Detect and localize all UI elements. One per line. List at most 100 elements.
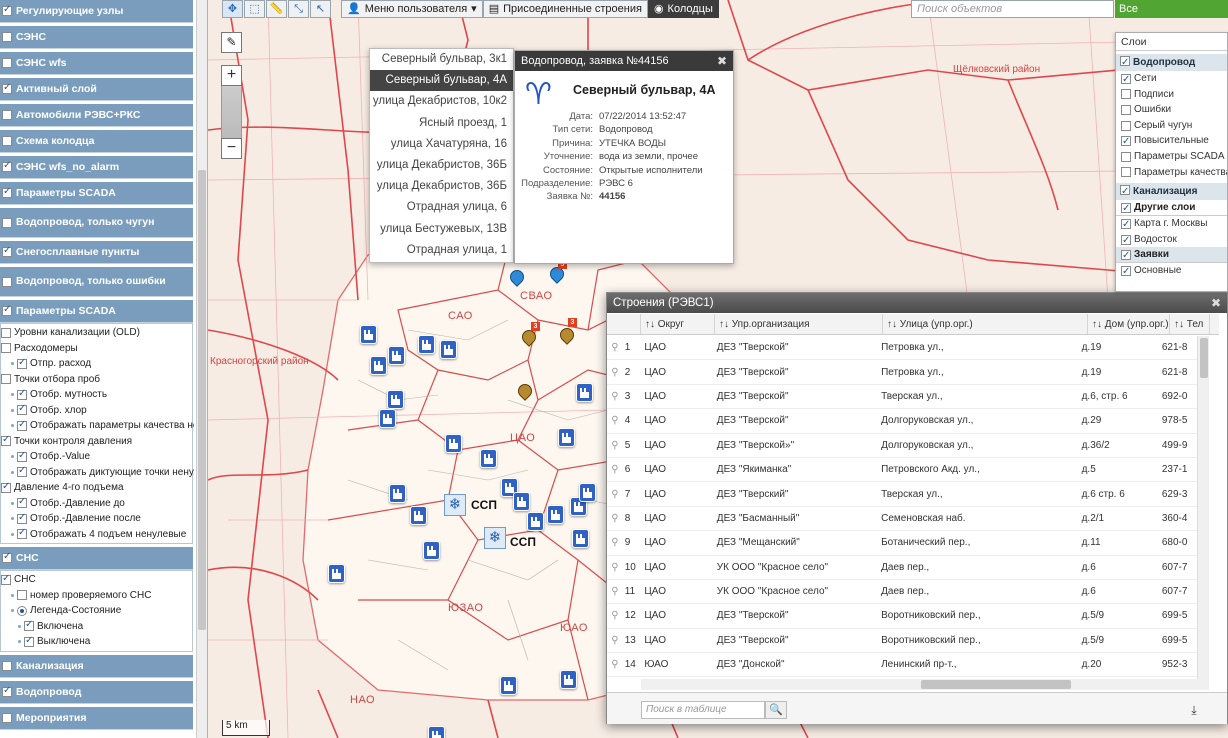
table-row[interactable]: ⚲ 11 ЦАО УК ООО "Красное село" Даев пер., д.6… [607,580,1197,605]
map-pin-icon[interactable]: ⚲ [607,562,621,573]
layer-item-checkbox[interactable] [1,573,11,585]
table-column-header[interactable]: ↑↓ Улица (упр.орг.) [883,314,1088,334]
sidebar-scrollbar[interactable] [196,0,207,738]
layers-item-checkbox[interactable] [1121,104,1131,115]
layer-item[interactable]: Уровни канализации (OLD) [1,325,194,341]
layer-group-header[interactable]: Параметры SCADA [0,300,193,323]
layer-group-checkbox[interactable] [2,110,12,120]
zoom-in-button[interactable]: + [221,65,242,86]
close-icon[interactable]: ✖ [1211,293,1221,313]
building-marker[interactable] [500,676,517,695]
layer-item-checkbox[interactable] [1,481,11,493]
building-marker[interactable] [388,346,405,365]
layers-item-checkbox[interactable] [1121,217,1131,233]
snow-melting-icon[interactable]: ❄ [444,494,466,516]
layers-group-header[interactable]: Канализация [1116,183,1227,201]
table-row[interactable]: ⚲ 10 ЦАО УК ООО "Красное село" Даев пер., д.6… [607,556,1197,580]
layers-item[interactable]: Водосток [1116,232,1227,248]
area-tool-icon[interactable]: ⤡ [288,0,309,18]
layer-group-header[interactable]: СЭНС [0,26,193,49]
layer-item[interactable]: Отобр.-Давление до [1,496,194,512]
building-marker[interactable] [445,434,462,453]
layer-item-checkbox[interactable] [17,496,27,509]
layer-item[interactable]: номер проверяемого СНС [1,588,194,604]
pencil-icon[interactable]: ✎ [221,32,242,53]
search-scope-select[interactable]: Все [1115,0,1228,18]
map-pin-icon[interactable]: ⚲ [607,610,621,621]
layer-item-checkbox[interactable] [17,512,27,524]
layers-item-checkbox[interactable] [1121,134,1131,150]
layers-item[interactable]: Карта г. Москвы [1116,216,1227,233]
building-marker[interactable] [370,356,387,375]
layers-item-checkbox[interactable] [1121,151,1131,162]
address-list-item[interactable]: улица Декабристов, 36Б [370,176,513,197]
layer-group-checkbox[interactable] [2,4,12,16]
table-row[interactable]: ⚲ 12 ЦАО ДЕЗ "Тверской" Воротниковский пер.,… [607,604,1197,629]
table-row[interactable]: ⚲ 14 ЮАО ДЕЗ "Донской" Ленинский пр-т., д.20 9… [607,653,1197,678]
layer-item-checkbox[interactable] [17,465,27,478]
layers-item-checkbox[interactable] [1121,264,1131,280]
layers-item-checkbox[interactable] [1121,167,1131,178]
layers-subgroup-header[interactable]: Другие слои [1116,200,1227,217]
layers-item[interactable]: Серый чугун [1116,118,1227,134]
map-pin-icon[interactable]: ⚲ [607,489,621,500]
building-marker[interactable] [428,726,445,738]
layers-group-checkbox[interactable] [1120,54,1130,71]
layers-item[interactable]: Подписи [1116,87,1227,103]
layer-item-checkbox[interactable] [1,434,11,447]
layer-item-checkbox[interactable] [24,635,34,647]
layer-group-checkbox[interactable] [2,551,12,563]
map-pin-icon[interactable]: ⚲ [607,635,621,646]
table-row[interactable]: ⚲ 2 ЦАО ДЕЗ "Тверской" Петровка ул., д.19 621-… [607,360,1197,385]
layer-item[interactable]: Точки отбора проб [1,372,194,388]
address-list-item[interactable]: Ясный проезд, 1 [370,113,513,134]
layers-item[interactable]: Сети [1116,71,1227,87]
layer-item-checkbox[interactable] [17,403,27,416]
building-marker[interactable] [379,409,396,428]
close-icon[interactable]: ✖ [717,51,727,71]
layer-group-header[interactable]: Канализация [0,654,193,678]
table-row[interactable]: ⚲ 8 ЦАО ДЕЗ "Басманный" Семеновская наб. д.2/… [607,507,1197,532]
address-list-item[interactable]: Отрадная улица, 6 [370,197,513,218]
building-marker[interactable] [513,492,530,511]
layer-group-checkbox[interactable] [2,660,12,671]
table-horizontal-scrollbar[interactable] [641,679,1209,690]
table-row[interactable]: ⚲ 1 ЦАО ДЕЗ "Тверской" Петровка ул., д.19 621-… [607,336,1197,361]
layer-item-checkbox[interactable] [17,450,27,462]
radio-button[interactable] [17,605,27,616]
layer-group-checkbox[interactable] [2,160,12,172]
address-list-item[interactable]: улица Хачатуряна, 16 [370,134,513,155]
map-pin-icon[interactable]: ⚲ [607,659,621,670]
layers-group-checkbox[interactable] [1120,183,1130,200]
address-list-item[interactable]: улица Декабристов, 36Б [370,155,513,176]
layer-group-header[interactable]: Водопровод, только ошибки [0,267,193,297]
measure-tool-icon[interactable]: 📏 [266,0,287,18]
building-marker[interactable] [423,541,440,560]
map-pin-icon[interactable]: ⚲ [607,440,621,451]
snow-melting-icon[interactable]: ❄ [484,527,506,549]
layer-item[interactable]: Давление 4-го подъема [1,480,194,496]
table-search-input[interactable]: Поиск в таблице [641,701,765,719]
zoom-box-tool-icon[interactable]: ⬚ [244,0,265,18]
layer-item[interactable]: Выключена [1,634,194,650]
table-row[interactable]: ⚲ 4 ЦАО ДЕЗ "Тверской" Долгоруковская ул., д.… [607,409,1197,434]
layer-group-header[interactable]: СЭНС wfs [0,52,193,75]
layer-group-checkbox[interactable] [2,186,12,198]
layer-item[interactable]: Включена [1,619,194,635]
layer-group-header[interactable]: Водопровод [0,680,193,704]
table-column-header[interactable]: ↑↓ Округ [641,314,715,334]
table-vertical-scrollbar[interactable] [1197,336,1209,679]
building-marker[interactable] [547,505,564,524]
layers-item[interactable]: Ошибки [1116,102,1227,118]
layers-item-checkbox[interactable] [1121,120,1131,131]
building-marker[interactable] [418,335,435,354]
layers-subgroup-checkbox[interactable] [1121,248,1131,264]
layer-item[interactable]: Отображать параметры качества нен [1,418,194,434]
table-column-header[interactable]: ↑↓ Дом (упр.орг.) [1088,314,1170,334]
layers-item-checkbox[interactable] [1121,233,1131,248]
layer-group-header[interactable]: Регулирующие узлы [0,0,193,23]
layer-item-checkbox[interactable] [24,619,34,632]
layer-item[interactable]: Точки контроля давления [1,434,194,450]
search-icon[interactable]: 🔍 [765,701,787,719]
map-pin-icon[interactable]: ⚲ [607,513,621,524]
